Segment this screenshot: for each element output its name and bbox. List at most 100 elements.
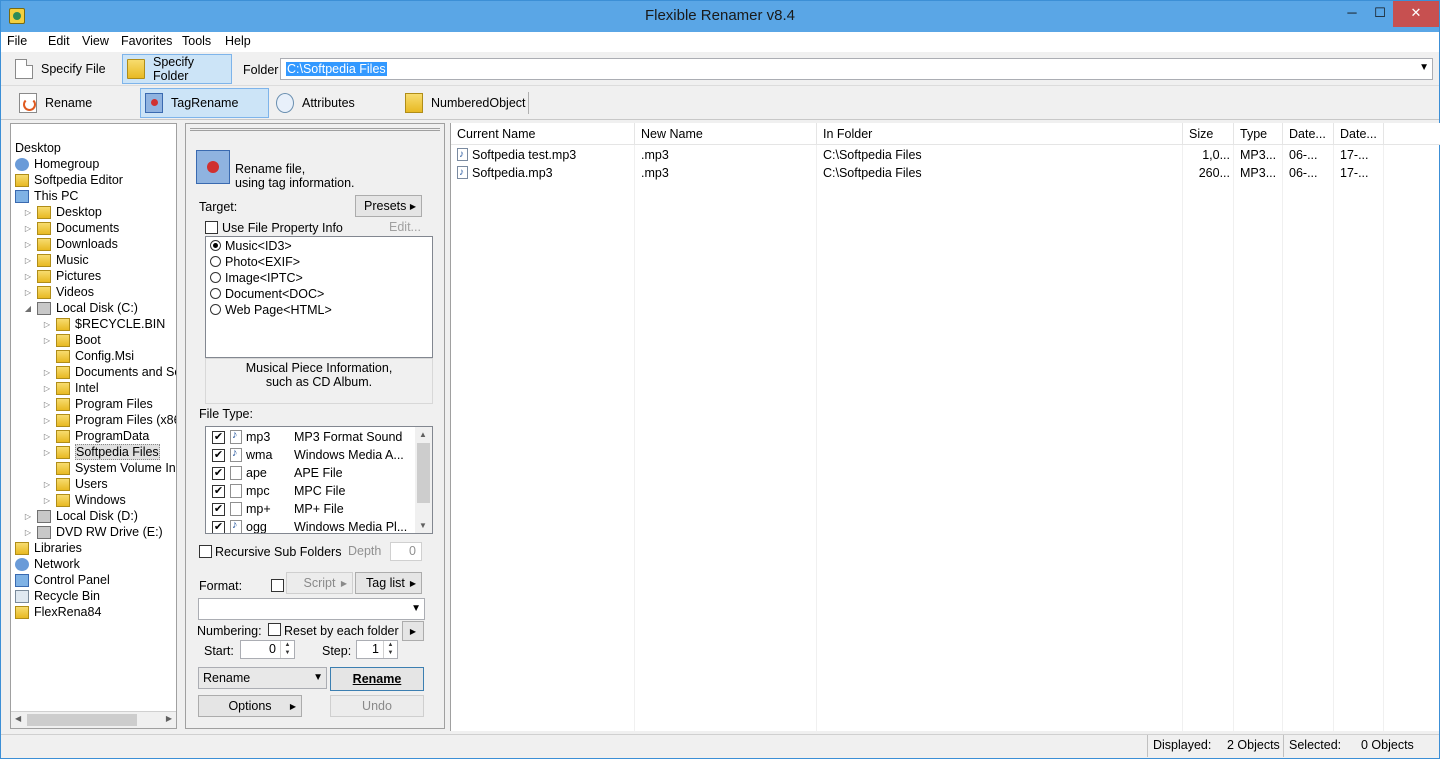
file-type-row[interactable]: ✔ mpc MPC File bbox=[206, 482, 414, 500]
table-row[interactable]: Softpedia test.mp3 .mp3 C:\Softpedia Files… bbox=[451, 146, 1440, 164]
tree-item[interactable]: Recycle Bin bbox=[15, 588, 100, 604]
expand-icon[interactable]: ▷ bbox=[23, 224, 33, 233]
scroll-left-icon[interactable]: ◀ bbox=[15, 714, 21, 723]
expand-icon[interactable]: ▷ bbox=[42, 480, 52, 489]
column-header[interactable]: In Folder bbox=[817, 123, 1183, 145]
tree-item[interactable]: Control Panel bbox=[15, 572, 110, 588]
column-header[interactable]: Date... bbox=[1283, 123, 1334, 145]
table-row[interactable]: Softpedia.mp3 .mp3 C:\Softpedia Files 260..… bbox=[451, 164, 1440, 182]
radio-button[interactable] bbox=[210, 304, 221, 315]
expand-icon[interactable]: ▷ bbox=[42, 448, 52, 457]
expand-icon[interactable]: ▷ bbox=[42, 320, 52, 329]
expand-icon[interactable]: ▷ bbox=[23, 256, 33, 265]
tree-item[interactable]: ▷ Intel bbox=[42, 380, 99, 396]
target-list[interactable]: Music<ID3> Photo<EXIF> Image<IPTC> Document… bbox=[205, 236, 433, 358]
expand-icon[interactable]: ▷ bbox=[23, 512, 33, 521]
folder-tree[interactable]: Desktop Homegroup Softpedia Editor This PC ▷… bbox=[10, 123, 177, 729]
tree-item[interactable]: ▷ Program Files bbox=[42, 396, 153, 412]
column-header[interactable]: Type bbox=[1234, 123, 1283, 145]
file-type-row[interactable]: ✔ mp3 MP3 Format Sound bbox=[206, 428, 414, 446]
target-option[interactable]: Photo<EXIF> bbox=[210, 255, 300, 269]
file-list[interactable]: Current Name New Name In Folder Size Type Dat… bbox=[450, 123, 1440, 731]
target-option[interactable]: Document<DOC> bbox=[210, 287, 324, 301]
expand-icon[interactable]: ▷ bbox=[42, 384, 52, 393]
tree-item[interactable]: ▷ Desktop bbox=[23, 204, 102, 220]
menu-tools[interactable]: Tools bbox=[182, 34, 211, 48]
attributes-mode-button[interactable]: Attributes bbox=[272, 88, 392, 118]
tree-item[interactable]: ▷ Softpedia Files bbox=[42, 444, 160, 460]
undo-button[interactable]: Undo bbox=[330, 695, 424, 717]
tree-item[interactable]: ▷ Boot bbox=[42, 332, 101, 348]
script-button[interactable]: Script ▶ bbox=[286, 572, 353, 594]
specify-folder-button[interactable]: Specify Folder bbox=[122, 54, 232, 84]
expand-icon[interactable]: ▷ bbox=[42, 400, 52, 409]
expand-icon[interactable]: ▷ bbox=[23, 288, 33, 297]
tree-item[interactable]: ▷ Videos bbox=[23, 284, 94, 300]
radio-button[interactable] bbox=[210, 272, 221, 283]
file-type-checkbox[interactable]: ✔ bbox=[212, 485, 225, 498]
rename-mode-button[interactable]: Rename bbox=[15, 88, 125, 118]
column-header[interactable]: Date... bbox=[1334, 123, 1384, 145]
column-header[interactable]: Current Name bbox=[451, 123, 635, 145]
expand-icon[interactable]: ▷ bbox=[23, 272, 33, 281]
reset-by-folder-checkbox[interactable] bbox=[268, 623, 281, 636]
format-checkbox[interactable] bbox=[271, 579, 284, 592]
step-spinner[interactable]: 1 ▲ ▼ bbox=[356, 640, 398, 659]
scroll-thumb[interactable] bbox=[27, 714, 137, 726]
tree-item[interactable]: ▷ Documents and Se bbox=[42, 364, 176, 380]
file-type-checkbox[interactable]: ✔ bbox=[212, 521, 225, 533]
use-file-property-checkbox[interactable] bbox=[205, 221, 218, 234]
expand-icon[interactable]: ◢ bbox=[23, 304, 33, 313]
rename-button[interactable]: Rename bbox=[330, 667, 424, 691]
file-type-row[interactable]: ✔ ape APE File bbox=[206, 464, 414, 482]
tree-item[interactable]: ▷ Downloads bbox=[23, 236, 118, 252]
tree-item[interactable]: ▷ ProgramData bbox=[42, 428, 149, 444]
tree-horizontal-scrollbar[interactable]: ◀ ▶ bbox=[11, 711, 176, 728]
file-type-scrollbar[interactable]: ▲ ▼ bbox=[415, 427, 432, 533]
menu-file[interactable]: File bbox=[7, 34, 27, 48]
menu-favorites[interactable]: Favorites bbox=[121, 34, 172, 48]
tree-item[interactable]: This PC bbox=[15, 188, 78, 204]
tree-item[interactable]: System Volume In bbox=[42, 460, 176, 476]
menu-view[interactable]: View bbox=[82, 34, 109, 48]
chevron-down-icon[interactable]: ▼ bbox=[1419, 62, 1429, 73]
radio-button[interactable] bbox=[210, 256, 221, 267]
menu-help[interactable]: Help bbox=[225, 34, 251, 48]
scroll-thumb[interactable] bbox=[417, 443, 430, 503]
tree-item[interactable]: ▷ Pictures bbox=[23, 268, 101, 284]
tree-item[interactable]: ▷ Program Files (x86 bbox=[42, 412, 176, 428]
close-button[interactable]: ✕ bbox=[1393, 1, 1439, 27]
file-type-row[interactable]: ✔ mp+ MP+ File bbox=[206, 500, 414, 518]
presets-button[interactable]: Presets ▶ bbox=[355, 195, 422, 217]
minimize-button[interactable]: ─ bbox=[1337, 1, 1367, 27]
column-header[interactable]: New Name bbox=[635, 123, 817, 145]
radio-button[interactable] bbox=[210, 240, 221, 251]
mode-select[interactable]: Rename ▼ bbox=[198, 667, 327, 689]
spinner-arrows-icon[interactable]: ▲ ▼ bbox=[383, 641, 397, 658]
tag-list-button[interactable]: Tag list ▶ bbox=[355, 572, 422, 594]
tree-item[interactable]: FlexRena84 bbox=[15, 604, 101, 620]
radio-button[interactable] bbox=[210, 288, 221, 299]
tree-item[interactable]: Softpedia Editor bbox=[15, 172, 123, 188]
file-type-checkbox[interactable]: ✔ bbox=[212, 449, 225, 462]
file-type-checkbox[interactable]: ✔ bbox=[212, 431, 225, 444]
tree-item[interactable]: Desktop bbox=[15, 140, 61, 156]
tree-item[interactable]: Config.Msi bbox=[42, 348, 134, 364]
column-header[interactable]: Size bbox=[1183, 123, 1234, 145]
scroll-right-icon[interactable]: ▶ bbox=[166, 714, 172, 723]
file-type-checkbox[interactable]: ✔ bbox=[212, 467, 225, 480]
target-option[interactable]: Music<ID3> bbox=[210, 239, 292, 253]
chevron-down-icon[interactable]: ▼ bbox=[411, 599, 421, 619]
file-type-checkbox[interactable]: ✔ bbox=[212, 503, 225, 516]
expand-icon[interactable]: ▷ bbox=[42, 336, 52, 345]
spinner-arrows-icon[interactable]: ▲ ▼ bbox=[280, 641, 294, 658]
expand-icon[interactable]: ▷ bbox=[42, 432, 52, 441]
specify-file-button[interactable]: Specify File bbox=[11, 54, 117, 84]
scroll-up-icon[interactable]: ▲ bbox=[419, 430, 427, 439]
tree-item[interactable]: ▷ DVD RW Drive (E:) bbox=[23, 524, 163, 540]
expand-icon[interactable]: ▷ bbox=[23, 240, 33, 249]
folder-path-combo[interactable]: C:\Softpedia Files ▼ bbox=[280, 58, 1433, 80]
depth-field[interactable]: 0 bbox=[390, 542, 422, 561]
maximize-button[interactable]: ☐ bbox=[1365, 1, 1395, 27]
tree-item[interactable]: ▷ Documents bbox=[23, 220, 119, 236]
